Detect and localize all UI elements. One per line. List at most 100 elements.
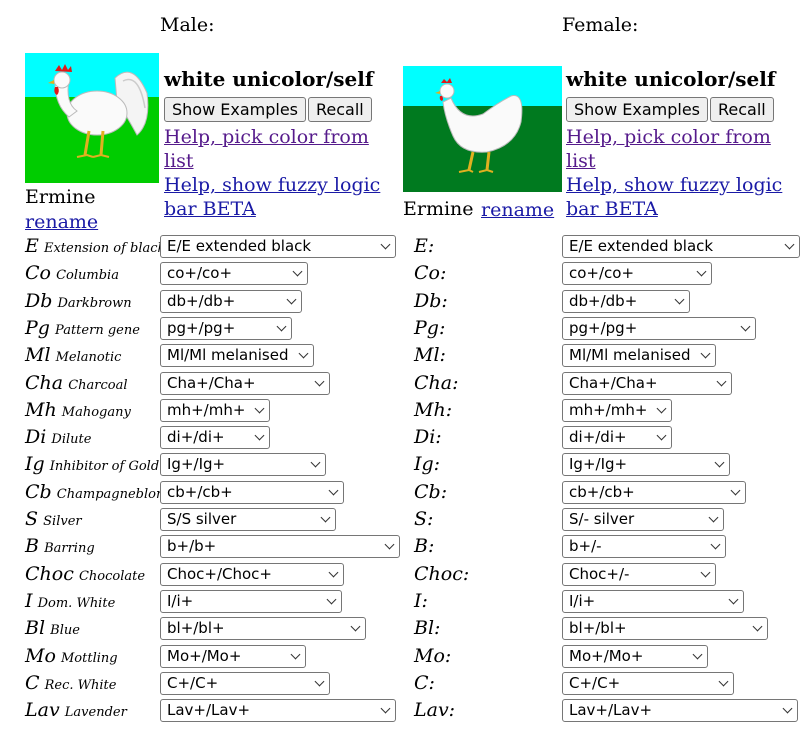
female-gene-select[interactable]: Choc+/-: [562, 562, 716, 586]
gene-symbol: Mo: [25, 644, 56, 667]
male-gene-select[interactable]: C+/C+: [160, 671, 330, 695]
male-gene-value: I/i+: [167, 591, 194, 610]
gene-row: Mo Mottling Mo+/Mo+ Mo: Mo+/Mo+: [0, 643, 800, 670]
female-gene-select[interactable]: co+/co+: [562, 262, 712, 286]
gene-name: Mottling: [61, 650, 118, 666]
female-gene-value: S/- silver: [569, 510, 635, 528]
gene-row: Ml Melanotic Ml/Ml melanised Ml: Ml/Ml mela…: [0, 342, 800, 369]
gene-label: C Rec. White: [25, 672, 116, 694]
female-gene-label: C:: [414, 671, 435, 694]
male-gene-select[interactable]: pg+/pg+: [160, 316, 292, 340]
chevron-down-icon: [718, 676, 729, 687]
male-gene-select[interactable]: Choc+/Choc+: [160, 562, 344, 586]
female-gene-select[interactable]: Ig+/Ig+: [562, 453, 730, 477]
female-recall-button[interactable]: Recall: [710, 97, 774, 122]
female-gene-select[interactable]: cb+/cb+: [562, 480, 746, 504]
gene-row: S Silver S/S silver S: S/- silver: [0, 506, 800, 533]
male-rename-link[interactable]: rename: [25, 210, 98, 234]
female-gene-value: b+/-: [569, 537, 602, 556]
male-gene-select[interactable]: co+/co+: [160, 262, 308, 286]
gene-row: Db Darkbrown db+/db+ Db: db+/db+: [0, 288, 800, 315]
male-recall-button[interactable]: Recall: [308, 97, 372, 122]
female-gene-label: Ml:: [414, 344, 446, 367]
female-gene-select[interactable]: C+/C+: [562, 671, 734, 695]
male-gene-select[interactable]: cb+/cb+: [160, 480, 344, 504]
gene-label: Db Darkbrown: [25, 290, 132, 312]
gene-label: Pg Pattern gene: [25, 317, 140, 339]
female-gene-label: Cha:: [414, 371, 459, 394]
female-gene-select[interactable]: Cha+/Cha+: [562, 371, 732, 395]
male-help-pick-link[interactable]: Help, pick color from list: [164, 125, 374, 173]
female-gene-select[interactable]: mh+/mh+: [562, 398, 672, 422]
female-help-pick-link[interactable]: Help, pick color from list: [566, 125, 776, 173]
female-gene-select[interactable]: S/- silver: [562, 508, 724, 531]
gene-symbol: Co: [25, 262, 51, 285]
gene-label: E Extension of black: [25, 235, 165, 257]
chevron-down-icon: [728, 594, 739, 605]
female-gene-value: Mo+/Mo+: [569, 646, 644, 665]
female-show-examples-button[interactable]: Show Examples: [566, 97, 709, 122]
gene-name: Rec. White: [44, 677, 117, 693]
female-gene-label: Pg:: [414, 316, 446, 339]
female-gene-select[interactable]: bl+/bl+: [562, 617, 768, 641]
gene-symbol: Lav: [25, 699, 60, 722]
male-gene-select[interactable]: Ml/Ml melanised: [160, 344, 314, 368]
gene-symbol: B: [25, 535, 39, 558]
female-gene-value: Ig+/Ig+: [569, 455, 628, 474]
female-gene-select[interactable]: di+/di+: [562, 426, 672, 450]
female-gene-select[interactable]: Mo+/Mo+: [562, 644, 708, 668]
male-gene-select[interactable]: Cha+/Cha+: [160, 371, 330, 395]
female-gene-select[interactable]: E/E extended black: [562, 235, 800, 258]
male-gene-select[interactable]: mh+/mh+: [160, 398, 270, 422]
male-gene-select[interactable]: Lav+/Lav+: [160, 699, 396, 723]
male-gene-value: Mo+/Mo+: [167, 646, 242, 665]
gene-label: Cb Champagneblond: [25, 481, 173, 503]
gene-symbol: Ig: [25, 453, 45, 476]
gene-row: I Dom. White I/i+ I: I/i+: [0, 588, 800, 615]
female-rename-link[interactable]: rename: [481, 198, 554, 222]
male-gene-select[interactable]: Mo+/Mo+: [160, 644, 306, 668]
rooster-icon: [48, 64, 149, 158]
gene-row: Cb Champagneblond cb+/cb+ Cb: cb+/cb+: [0, 479, 800, 506]
male-gene-select[interactable]: bl+/bl+: [160, 617, 366, 641]
gene-name: Melanotic: [55, 350, 122, 366]
male-gene-select[interactable]: b+/b+: [160, 535, 400, 559]
male-show-examples-button[interactable]: Show Examples: [164, 97, 307, 122]
female-gene-select[interactable]: Lav+/Lav+: [562, 699, 798, 723]
female-gene-select[interactable]: b+/-: [562, 535, 726, 559]
gene-row: Pg Pattern gene pg+/pg+ Pg: pg+/pg+: [0, 315, 800, 342]
gene-label: S Silver: [25, 508, 82, 530]
male-gene-select[interactable]: E/E extended black: [160, 235, 396, 258]
female-gene-label: Choc:: [414, 562, 470, 585]
female-gene-select[interactable]: Ml/Ml melanised: [562, 344, 716, 368]
chevron-down-icon: [254, 403, 265, 414]
female-gene-value: pg+/pg+: [569, 318, 638, 337]
male-gene-value: Choc+/Choc+: [167, 564, 272, 583]
gene-row: Ig Inhibitor of Gold Ig+/Ig+ Ig: Ig+/Ig+: [0, 451, 800, 478]
male-help-fuzzy-link[interactable]: Help, show fuzzy logic bar BETA: [164, 173, 389, 221]
chevron-down-icon: [696, 266, 707, 277]
chevron-down-icon: [716, 376, 727, 386]
male-gene-select[interactable]: di+/di+: [160, 426, 270, 450]
male-color-name: white unicolor/self: [164, 67, 374, 91]
female-gene-value: Choc+/-: [569, 564, 630, 583]
chevron-down-icon: [380, 703, 391, 714]
chevron-down-icon: [384, 539, 395, 550]
female-gene-select[interactable]: db+/db+: [562, 289, 690, 313]
chevron-down-icon: [292, 266, 303, 277]
male-gene-value: co+/co+: [167, 264, 233, 283]
male-gene-select[interactable]: Ig+/Ig+: [160, 453, 326, 477]
female-help-fuzzy-link[interactable]: Help, show fuzzy logic bar BETA: [566, 173, 791, 221]
female-gene-value: db+/db+: [569, 291, 638, 310]
male-gene-select[interactable]: I/i+: [160, 589, 342, 613]
gene-label: Co Columbia: [25, 262, 119, 284]
female-gene-select[interactable]: pg+/pg+: [562, 316, 756, 340]
chevron-down-icon: [730, 485, 741, 496]
male-gene-select[interactable]: db+/db+: [160, 289, 302, 313]
female-gene-select[interactable]: I/i+: [562, 589, 744, 613]
male-gene-select[interactable]: S/S silver: [160, 508, 336, 531]
chevron-down-icon: [656, 430, 667, 441]
female-gene-label: Co:: [414, 262, 447, 285]
chevron-down-icon: [674, 294, 685, 305]
female-gene-label: E:: [414, 235, 435, 257]
